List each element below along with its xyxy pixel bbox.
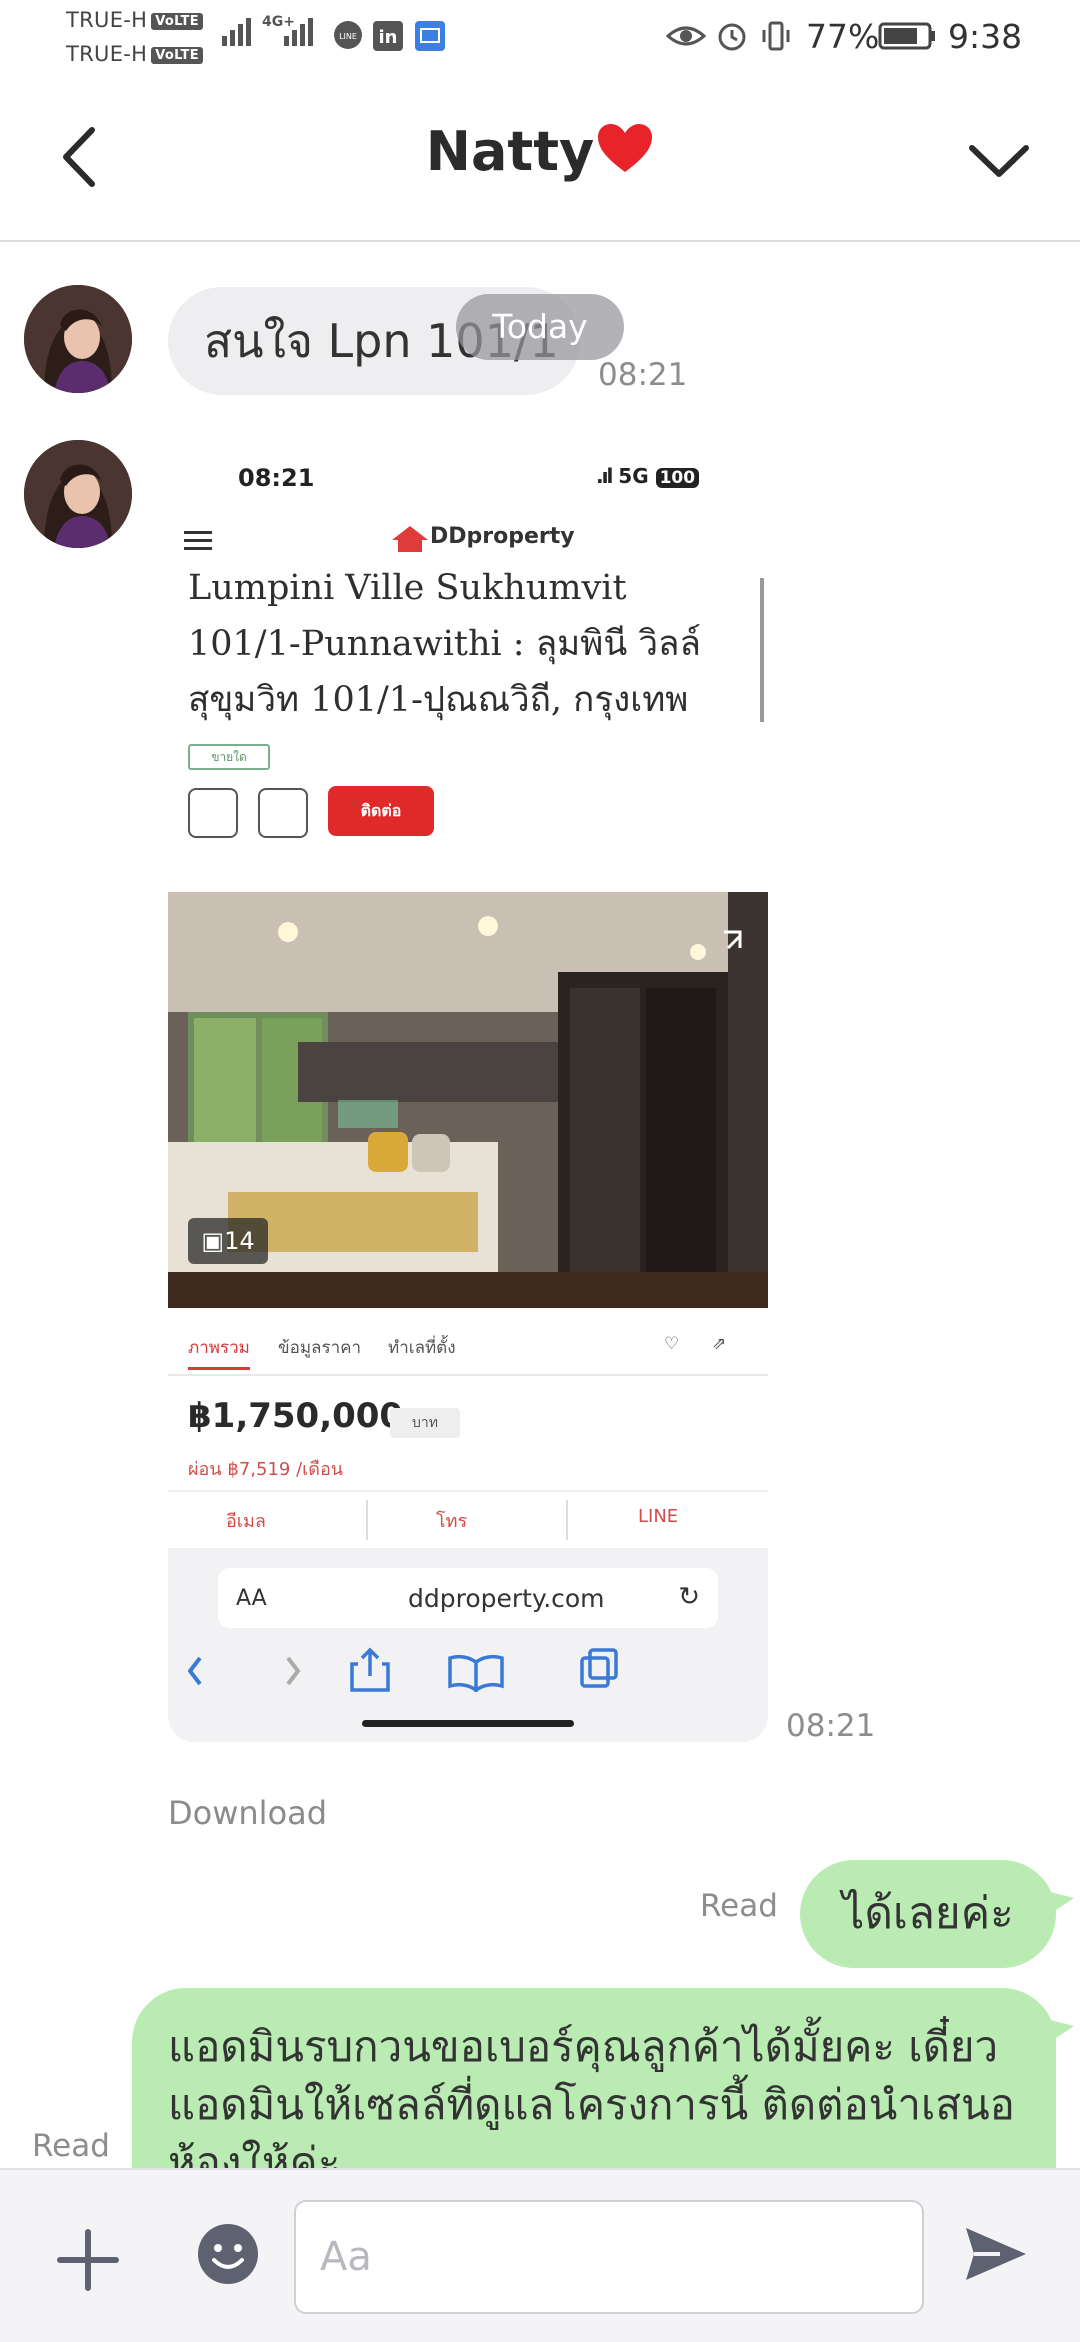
message-bubble-outgoing[interactable]: แอดมินรบกวนขอเบอร์คุณลูกค้าได้มั้ยคะ เดี…	[132, 1988, 1056, 2168]
browser-toolbar-icons	[188, 1647, 618, 1693]
chat-messages[interactable]: สนใจ Lpn 101/1 Today 08:21 08:21 .ıl 5G …	[0, 242, 1080, 2168]
line-action: LINE	[638, 1506, 679, 1527]
svg-text:in: in	[379, 27, 398, 48]
eye-icon	[666, 26, 706, 46]
photo-count: ▣14	[188, 1218, 268, 1264]
date-separator: Today	[456, 294, 624, 360]
share-icon	[188, 788, 238, 838]
chat-title[interactable]: Natty	[0, 120, 1080, 183]
avatar[interactable]	[24, 440, 132, 548]
listing-tag: ขายใด	[188, 744, 270, 770]
download-link[interactable]: Download	[168, 1794, 327, 1832]
status-bar: TRUE-H VoLTE TRUE-H VoLTE 4G+ LINE in 77% …	[0, 0, 1080, 78]
heart-icon	[598, 124, 653, 172]
emoji-icon[interactable]	[196, 2222, 260, 2286]
screenshot-browser-bar: AA ddproperty.com ↻	[168, 1548, 768, 1742]
battery-icon	[878, 22, 935, 50]
carrier-1: TRUE-H VoLTE	[66, 8, 203, 32]
message-input-bar	[0, 2168, 1080, 2342]
screenshot-actions: อีเมล โทร LINE	[168, 1490, 768, 1550]
message-bubble-outgoing[interactable]: ได้เลยค่ะ	[800, 1860, 1056, 1968]
url-text: ddproperty.com	[408, 1584, 605, 1613]
chevron-down-icon[interactable]	[964, 130, 1034, 190]
screenshot-tab: ข้อมูลราคา	[278, 1338, 362, 1358]
listing-title: Lumpini Ville Sukhumvit 101/1-Punnawithi…	[188, 568, 701, 720]
email-action: อีเมล	[226, 1511, 266, 1532]
linkedin-icon: in	[373, 21, 403, 51]
share-icon: ⇗	[712, 1334, 727, 1354]
home-indicator	[362, 1720, 574, 1727]
carrier-2: TRUE-H VoLTE	[66, 42, 203, 66]
call-action: โทร	[436, 1511, 468, 1532]
heart-outline-icon: ♡	[664, 1334, 680, 1354]
cast-icon	[415, 21, 445, 51]
monthly-payment: ผ่อน ฿7,519 /เดือน	[188, 1459, 344, 1480]
avatar[interactable]	[24, 285, 132, 393]
contact-button: ติดต่อ	[328, 786, 434, 836]
clock: 9:38	[948, 17, 1023, 56]
menu-icon	[184, 531, 212, 550]
message-time: 08:21	[786, 1708, 876, 1744]
read-receipt: Read	[700, 1888, 778, 1924]
line-app-icon: LINE	[334, 21, 362, 49]
listing-price: ฿1,750,000	[188, 1396, 404, 1436]
message-text: ได้เลยค่ะ	[842, 1888, 1014, 1939]
chat-header: Natty	[0, 78, 1080, 242]
battery-percentage: 77%	[806, 17, 880, 56]
heart-outline-icon	[258, 788, 308, 838]
ddproperty-logo-icon	[392, 526, 428, 552]
scrollbar	[760, 578, 764, 722]
message-input[interactable]	[294, 2200, 924, 2314]
alarm-icon	[718, 23, 746, 51]
screenshot-tabs: ภาพรวม ข้อมูลราคา ทำเลที่ตั้ง ♡ ⇗	[168, 1314, 768, 1376]
screenshot-tab: ทำเลที่ตั้ง	[388, 1338, 456, 1358]
site-brand: DDproperty	[430, 524, 575, 549]
vibrate-icon	[762, 21, 790, 51]
signal-icon	[222, 18, 254, 46]
message-time: 08:21	[598, 357, 688, 393]
contact-name: Natty	[425, 120, 595, 183]
signal-icon-2	[284, 18, 316, 46]
bubble-tail	[1050, 2020, 1074, 2042]
image-message[interactable]: 08:21 .ıl 5G 100 DDproperty Lumpini Vill…	[168, 442, 768, 1742]
send-button[interactable]	[960, 2218, 1032, 2290]
bubble-tail	[1050, 1892, 1074, 1914]
screenshot-tab: ภาพรวม	[188, 1334, 250, 1370]
price-unit: บาท	[390, 1408, 460, 1438]
message-text: แอดมินรบกวนขอเบอร์คุณลูกค้าได้มั้ยคะ เดี…	[168, 2022, 1015, 2168]
svg-text:LINE: LINE	[339, 32, 357, 41]
url-bar: AA ddproperty.com ↻	[218, 1568, 718, 1628]
reload-icon: ↻	[678, 1582, 700, 1612]
read-receipt: Read	[32, 2128, 110, 2164]
screenshot-status-bar: 08:21 .ıl 5G 100	[168, 442, 768, 502]
add-button[interactable]	[50, 2222, 126, 2298]
